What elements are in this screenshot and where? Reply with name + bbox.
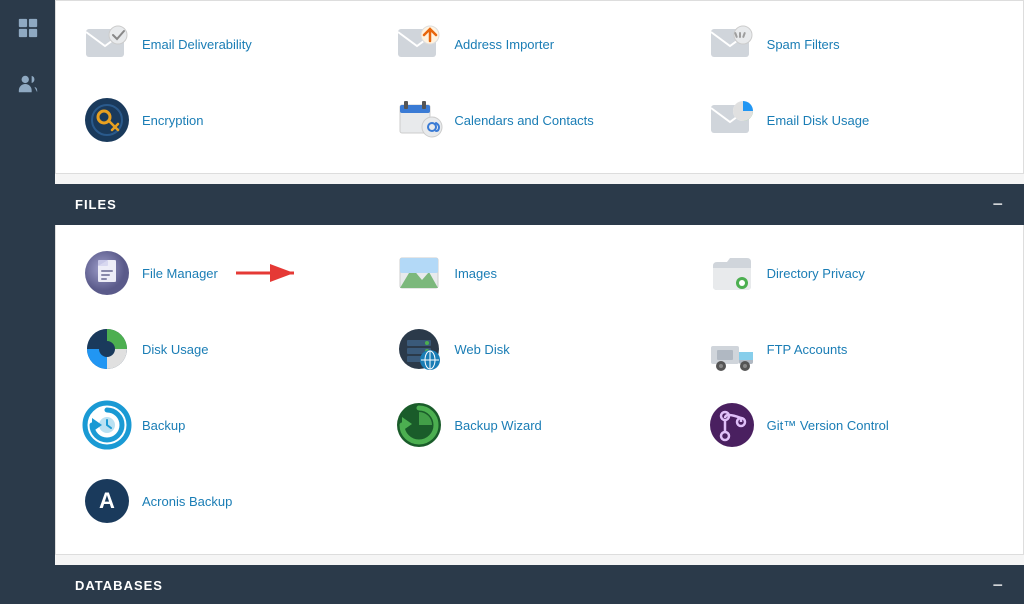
files-section-body: File Manager [55,225,1024,555]
images-icon [394,248,444,298]
main-content: Email Deliverability Address Importer [55,0,1024,604]
web-disk-icon [394,324,444,374]
directory-privacy-item[interactable]: Directory Privacy [701,240,1003,306]
spam-filters-label: Spam Filters [767,37,840,52]
web-disk-label: Web Disk [454,342,509,357]
grid-icon[interactable] [10,10,46,46]
backup-label: Backup [142,418,185,433]
email-section: Email Deliverability Address Importer [55,0,1024,174]
email-icon-grid: Email Deliverability Address Importer [76,11,1003,153]
images-item[interactable]: Images [388,240,690,306]
email-deliverability-label: Email Deliverability [142,37,252,52]
address-importer-label: Address Importer [454,37,554,52]
git-version-control-icon [707,400,757,450]
calendars-contacts-label: Calendars and Contacts [454,113,593,128]
backup-wizard-icon [394,400,444,450]
email-deliverability-icon [82,19,132,69]
svg-text:A: A [99,488,115,513]
calendars-contacts-icon [394,95,444,145]
spam-filters-item[interactable]: Spam Filters [701,11,1003,77]
ftp-accounts-icon [707,324,757,374]
directory-privacy-label: Directory Privacy [767,266,865,281]
red-arrow-indicator [236,261,306,285]
web-disk-item[interactable]: Web Disk [388,316,690,382]
file-manager-icon [82,248,132,298]
ftp-accounts-label: FTP Accounts [767,342,848,357]
files-icon-grid: File Manager [76,240,1003,534]
backup-wizard-item[interactable]: Backup Wizard [388,392,690,458]
databases-section-title: DATABASES [75,578,163,593]
file-manager-label: File Manager [142,266,218,281]
backup-item[interactable]: Backup [76,392,378,458]
email-disk-usage-label: Email Disk Usage [767,113,870,128]
file-manager-item[interactable]: File Manager [76,240,378,306]
address-importer-icon [394,19,444,69]
files-collapse-button[interactable]: − [992,194,1004,215]
git-version-control-label: Git™ Version Control [767,418,889,433]
disk-usage-item[interactable]: Disk Usage [76,316,378,382]
directory-privacy-icon [707,248,757,298]
acronis-backup-label: Acronis Backup [142,494,232,509]
address-importer-item[interactable]: Address Importer [388,11,690,77]
disk-usage-icon [82,324,132,374]
acronis-backup-icon: A [82,476,132,526]
sidebar [0,0,55,604]
encryption-icon [82,95,132,145]
calendars-contacts-item[interactable]: Calendars and Contacts [388,87,690,153]
encryption-label: Encryption [142,113,203,128]
images-label: Images [454,266,497,281]
git-version-control-item[interactable]: Git™ Version Control [701,392,1003,458]
acronis-backup-item[interactable]: A Acronis Backup [76,468,378,534]
email-disk-usage-icon [707,95,757,145]
email-deliverability-item[interactable]: Email Deliverability [76,11,378,77]
spam-filters-icon [707,19,757,69]
databases-collapse-button[interactable]: − [992,575,1004,596]
files-section-header: FILES − [55,184,1024,225]
encryption-item[interactable]: Encryption [76,87,378,153]
files-section: FILES − [55,184,1024,555]
disk-usage-label: Disk Usage [142,342,208,357]
databases-section-header: DATABASES − [55,565,1024,604]
files-section-title: FILES [75,197,117,212]
ftp-accounts-item[interactable]: FTP Accounts [701,316,1003,382]
email-disk-usage-item[interactable]: Email Disk Usage [701,87,1003,153]
backup-icon [82,400,132,450]
databases-section: DATABASES − [55,565,1024,604]
backup-wizard-label: Backup Wizard [454,418,541,433]
users-icon[interactable] [10,66,46,102]
